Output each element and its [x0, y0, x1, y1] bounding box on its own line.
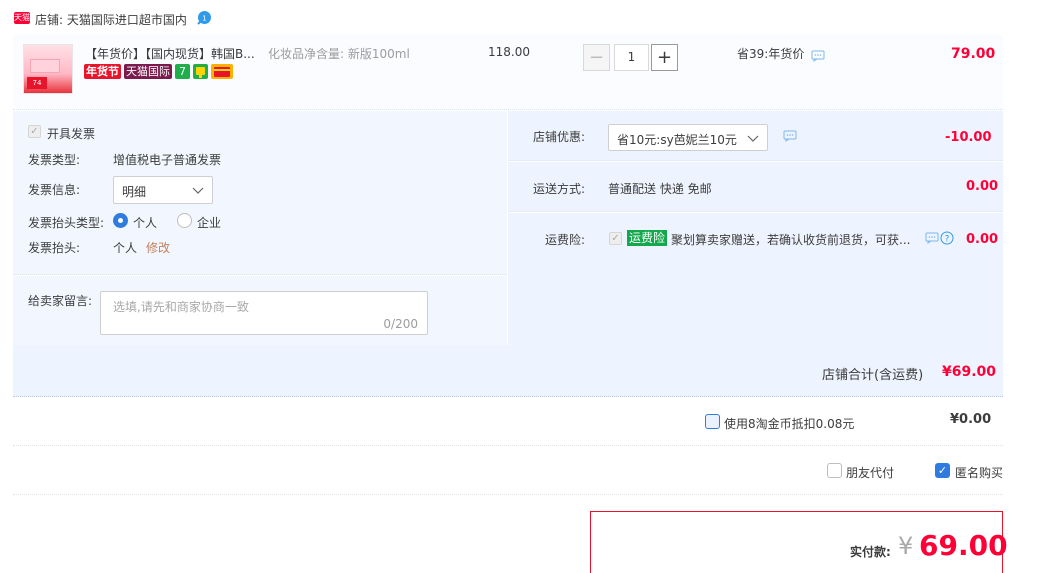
quantity-increase-button[interactable]: + [651, 44, 678, 71]
radio-personal-label[interactable]: 个人 [133, 214, 157, 231]
invoice-info-label: 发票信息: [28, 183, 81, 197]
shipping-value: 普通配送 快递 免邮 [608, 182, 712, 196]
wangwang-chat-icon[interactable]: 1 [197, 10, 212, 25]
coupon-select[interactable]: 省10元:sy芭妮兰10元 [608, 124, 768, 151]
message-counter: 0/200 [383, 317, 418, 331]
help-icon[interactable]: ? [940, 231, 954, 248]
radio-personal[interactable] [113, 213, 128, 228]
message-textarea[interactable]: 选填,请先和商家协商一致 0/200 [100, 291, 428, 335]
taobao-coin-label[interactable]: 使用8淘金币抵扣0.08元 [724, 415, 854, 432]
currency-symbol: ¥ [898, 532, 914, 560]
message-placeholder: 选填,请先和商家协商一致 [113, 300, 249, 314]
shop-total-label: 店铺合计(含运费) [822, 368, 924, 383]
radio-company-label[interactable]: 企业 [197, 214, 221, 231]
anonymous-checkbox[interactable]: ✓ [935, 463, 950, 478]
comment-icon[interactable] [783, 130, 797, 145]
shipping-label: 运送方式: [533, 182, 586, 196]
tmall-logo: 天猫 [14, 12, 30, 24]
insurance-tag: 运费险 [627, 230, 668, 246]
invoice-type-value: 增值税电子普通发票 [113, 153, 222, 167]
anonymous-label[interactable]: 匿名购买 [955, 464, 1003, 481]
comment-icon[interactable] [811, 50, 825, 65]
insurance-description: 聚划算卖家赠送，若确认收货前退货，可获... [671, 233, 911, 247]
invoice-header-type-label: 发票抬头类型: [28, 216, 105, 230]
friend-pay-checkbox[interactable] [827, 463, 842, 478]
invoice-header-value: 个人 [113, 241, 138, 255]
svg-text:?: ? [945, 235, 950, 245]
chevron-down-icon [747, 135, 759, 142]
invoice-type-label: 发票类型: [28, 153, 81, 167]
invoice-enable-label: 开具发票 [47, 127, 96, 141]
shipping-amount: 0.00 [966, 179, 999, 194]
guarantee-icon [193, 64, 208, 79]
payment-total: 69.00 [919, 529, 1008, 562]
svg-text:1: 1 [202, 15, 206, 23]
promo-label: 省39:年货价 [737, 47, 805, 61]
friend-pay-label[interactable]: 朋友代付 [846, 464, 894, 481]
taobao-coin-checkbox[interactable] [705, 414, 720, 429]
message-label: 给卖家留言: [28, 294, 93, 308]
insurance-checkbox[interactable]: ✓ [609, 232, 622, 245]
product-row: 74 【年货价】【国内现货】韩国B... 化妆品净含量: 新版100ml 年货节… [13, 34, 1003, 110]
discount-label: 店铺优惠: [533, 130, 586, 144]
product-title[interactable]: 【年货价】【国内现货】韩国B... [85, 45, 255, 62]
invoice-info-select[interactable]: 明细 [113, 176, 213, 204]
unit-price: 118.00 [488, 45, 530, 59]
new-year-festival-tag: 年货节 [84, 64, 121, 79]
divider [13, 445, 1003, 446]
product-sku: 化妆品净含量: 新版100ml [268, 47, 410, 61]
insurance-label: 运费险: [545, 233, 586, 247]
quantity-input[interactable]: 1 [614, 44, 649, 71]
invoice-edit-link[interactable]: 修改 [146, 239, 170, 256]
insurance-amount: 0.00 [966, 232, 999, 247]
tmall-global-tag: 天猫国际 [124, 64, 172, 79]
shop-total-value: ¥69.00 [942, 364, 997, 380]
taobao-coin-value: ¥0.00 [950, 412, 992, 427]
payment-label: 实付款: [850, 545, 891, 559]
product-tags: 年货节 天猫国际 7 [84, 64, 233, 79]
credit-card-icon [211, 64, 233, 79]
item-subtotal: 79.00 [951, 46, 996, 62]
divider [13, 494, 1003, 495]
invoice-checkbox[interactable]: ✓ [28, 125, 41, 138]
quantity-decrease-button[interactable]: − [583, 44, 610, 71]
discount-amount: -10.00 [945, 130, 992, 145]
seven-day-return-icon: 7 [175, 64, 190, 79]
shop-name[interactable]: 店铺: 天猫国际进口超市国内 [35, 11, 187, 28]
radio-company[interactable] [177, 213, 192, 228]
chevron-down-icon [192, 187, 204, 194]
invoice-header-label: 发票抬头: [28, 241, 81, 255]
comment-icon[interactable] [925, 232, 939, 247]
product-thumbnail[interactable]: 74 [23, 44, 73, 94]
